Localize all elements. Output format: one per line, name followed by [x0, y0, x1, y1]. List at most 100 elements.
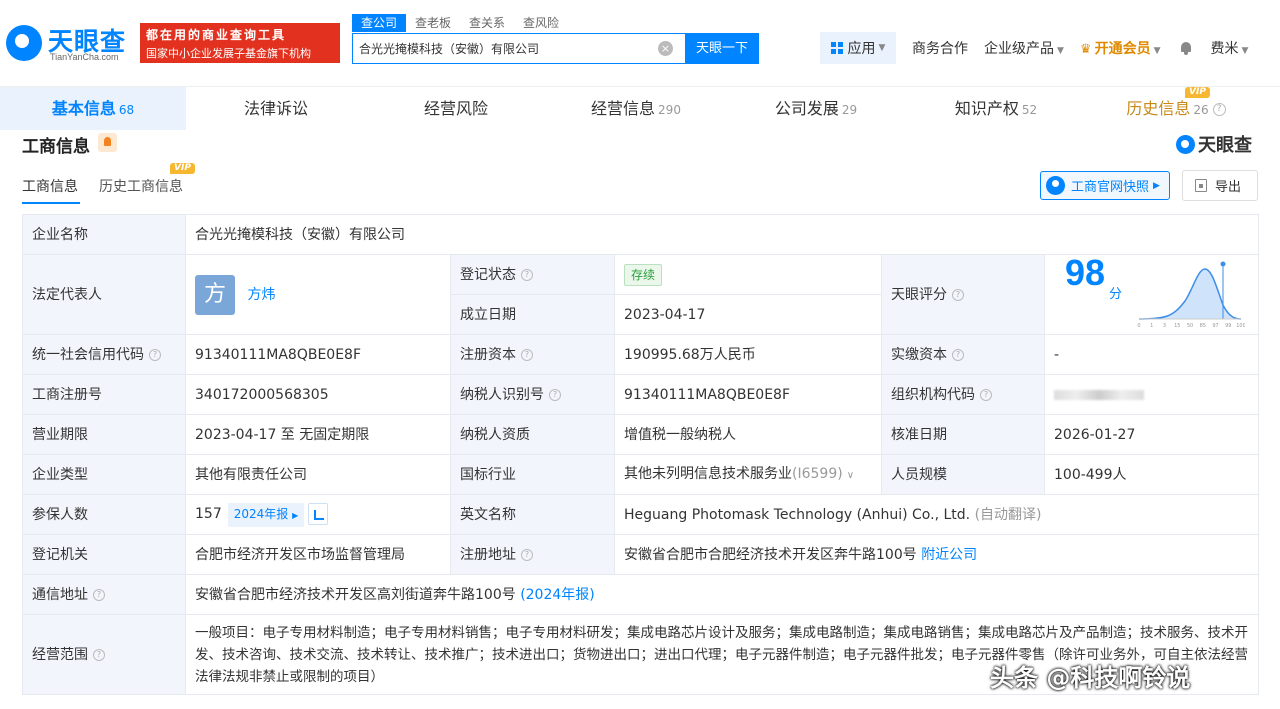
bell-alert-icon[interactable] [98, 133, 117, 152]
main-tabs: 基本信息 68 法律诉讼 经营风险 经营信息 290 公司发展 29 知识产权 52 历… [0, 86, 1280, 131]
search-tab-company[interactable]: 查公司 [352, 14, 407, 32]
section-title: 工商信息 [22, 137, 90, 157]
tab-basic-info[interactable]: 基本信息 68 [0, 89, 186, 129]
grid-icon [830, 42, 843, 54]
authority-label: 登记机关 [22, 534, 186, 575]
auto-translate-note: (自动翻译) [974, 506, 1042, 523]
apps-button[interactable]: 应用 ▼ [820, 32, 896, 64]
business-info-table: 企业名称 合光光掩模科技（安徽）有限公司 法定代表人 方 方炜 登记状态? 存续… [22, 214, 1260, 695]
tab-count: 26 [1193, 103, 1209, 117]
user-name: 费米 [1210, 41, 1239, 57]
score-axis-tick-label: 0 [1137, 323, 1140, 329]
legal-rep-link[interactable]: 方炜 [247, 287, 275, 303]
help-icon[interactable]: ? [93, 588, 105, 601]
period-value: 2023-04-17 至 无固定期限 [185, 414, 451, 455]
approve-date-label: 核准日期 [881, 414, 1045, 455]
reg-status-label-text: 登记状态 [460, 266, 516, 283]
reg-address-label: 注册地址? [450, 534, 615, 575]
clear-icon[interactable]: × [658, 41, 673, 56]
help-icon[interactable]: ? [521, 348, 533, 361]
org-code-label: 组织机构代码? [881, 374, 1045, 415]
help-icon[interactable]: ? [521, 548, 533, 561]
company-name-label: 企业名称 [22, 214, 186, 255]
table-row: 参保人数 157 2024年报 ▶ 英文名称 Heguang Photomask … [22, 494, 1260, 535]
annual-report-button[interactable]: 2024年报 ▶ [227, 502, 305, 527]
company-type-value: 其他有限责任公司 [185, 454, 451, 495]
search-tab-boss[interactable]: 查老板 [406, 14, 460, 32]
help-icon[interactable]: ? [549, 388, 561, 401]
active-subtab-indicator [22, 202, 80, 204]
tianyancha-logo[interactable]: 天眼查 TianYanCha.com [6, 20, 134, 66]
export-icon [1195, 179, 1207, 192]
score-cell: 98 分 0 1 3 15 50 85 97 99 100 [1043, 254, 1260, 335]
search-type-tabs: 查公司 查老板 查关系 查风险 [352, 14, 568, 32]
help-icon: ? [1212, 103, 1226, 116]
chevron-down-icon: ∨ [846, 469, 855, 481]
ad-line-2: 国家中小企业发展子基金旗下机构 [146, 47, 311, 60]
search-tab-relation[interactable]: 查关系 [460, 14, 514, 32]
nearby-companies-link[interactable]: 附近公司 [921, 547, 977, 563]
score-curve-area [1139, 269, 1241, 319]
english-name-cell: Heguang Photomask Technology (Anhui) Co.… [613, 494, 1260, 535]
caret-down-icon: ▼ [1153, 46, 1161, 56]
table-row: 法定代表人 方 方炜 登记状态? 存续 天眼评分? 98 分 0 1 3 15 50 85… [22, 254, 1260, 335]
org-code-label-text: 组织机构代码 [891, 386, 975, 403]
watermark: 头条 @科技啊铃说 [990, 664, 1191, 692]
subtab-history-business-info[interactable]: 历史工商信息 [99, 176, 183, 196]
industry-cell[interactable]: 其他未列明信息技术服务业(I6599) ∨ [614, 454, 882, 495]
tab-operation[interactable]: 经营信息 290 [546, 89, 726, 129]
tab-history[interactable]: 历史信息 26? [1086, 89, 1266, 129]
industry-value: 其他未列明信息技术服务业 [624, 465, 792, 482]
official-snapshot-button[interactable]: 工商官网快照 ▶ [1040, 171, 1170, 200]
search-box: × 天眼一下 [352, 33, 759, 64]
search-button[interactable]: 天眼一下 [685, 33, 759, 64]
tab-label: 经营信息 [591, 99, 656, 118]
period-label: 营业期限 [22, 414, 186, 455]
score-label-text: 天眼评分 [891, 286, 947, 303]
score-axis-tick-label: 100 [1236, 323, 1245, 329]
taxpayer-type-label: 纳税人资质 [450, 414, 615, 455]
enterprise-products-menu[interactable]: 企业级产品 ▼ [984, 38, 1064, 58]
search-input[interactable] [359, 34, 659, 63]
subtab-business-info[interactable]: 工商信息 [22, 176, 78, 196]
mail-address-label: 通信地址? [22, 574, 186, 615]
mail-report-link[interactable]: (2024年报) [520, 587, 595, 603]
avatar[interactable]: 方 [195, 274, 235, 315]
annual-report-label: 2024年报 [233, 506, 289, 521]
reg-capital-value: 190995.68万人民币 [614, 334, 882, 375]
insured-cell: 157 2024年报 ▶ [185, 494, 451, 535]
export-button[interactable]: 导出 [1182, 170, 1258, 201]
credit-code-label-text: 统一社会信用代码 [32, 346, 144, 363]
credit-code-value: 91340111MA8QBE0E8F [185, 334, 451, 375]
help-icon[interactable]: ? [521, 268, 533, 281]
chart-icon[interactable] [308, 502, 329, 525]
reg-address-label-text: 注册地址 [460, 546, 516, 563]
open-vip-menu[interactable]: ♛ 开通会员 ▼ [1080, 38, 1161, 58]
help-icon[interactable]: ? [952, 288, 964, 301]
help-icon[interactable]: ? [149, 348, 161, 361]
taxpayer-id-label-text: 纳税人识别号 [460, 386, 544, 403]
caret-down-icon: ▼ [1057, 46, 1064, 56]
table-row: 登记机关 合肥市经济开发区市场监督管理局 注册地址? 安徽省合肥市合肥经济技术开… [22, 534, 1260, 575]
paid-capital-value: - [1043, 334, 1260, 375]
tab-legal[interactable]: 法律诉讼 [186, 89, 366, 129]
tab-risk[interactable]: 经营风险 [366, 89, 546, 129]
blurred-value [1054, 389, 1144, 400]
user-menu[interactable]: 费米 ▼ [1211, 38, 1249, 58]
help-icon[interactable]: ? [980, 388, 992, 401]
person-icon [1046, 176, 1065, 195]
taxpayer-id-value: 91340111MA8QBE0E8F [614, 374, 882, 415]
search-tab-risk[interactable]: 查风险 [514, 14, 568, 32]
tab-ip[interactable]: 知识产权 52 [906, 89, 1086, 129]
table-row: 通信地址? 安徽省合肥市经济技术开发区高刘街道奔牛路100号 (2024年报) [22, 574, 1260, 615]
bell-icon[interactable] [1179, 41, 1193, 55]
mail-address-value: 安徽省合肥市经济技术开发区高刘街道奔牛路100号 [195, 586, 516, 603]
business-cooperation-link[interactable]: 商务合作 [912, 38, 968, 58]
tab-development[interactable]: 公司发展 29 [726, 89, 906, 129]
vip-badge: VIP [1185, 87, 1210, 98]
help-icon[interactable]: ? [93, 648, 105, 661]
reg-capital-label-text: 注册资本 [460, 346, 516, 363]
credit-code-label: 统一社会信用代码? [22, 334, 186, 375]
help-icon[interactable]: ? [952, 348, 964, 361]
ad-banner[interactable]: 都在用的商业查询工具 国家中小企业发展子基金旗下机构 [140, 23, 340, 63]
